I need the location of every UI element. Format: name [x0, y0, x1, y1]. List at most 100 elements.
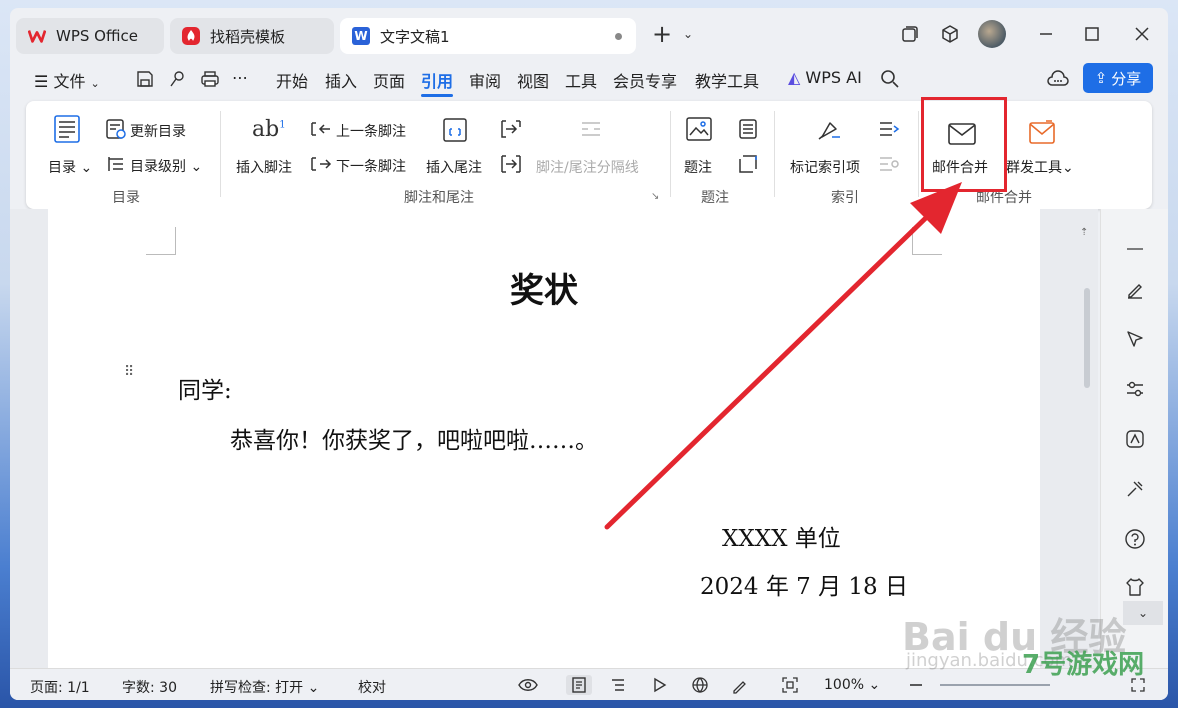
drag-handle-icon[interactable]: ⠿ [124, 365, 136, 379]
mass-send-tools-button[interactable]: 群发工具⌄ [1006, 157, 1074, 177]
highlight-box [921, 97, 1007, 192]
page-corner-mark [146, 227, 176, 255]
file-menu[interactable]: ☰ 文件 ⌄ [34, 68, 100, 92]
mark-index-entry-button[interactable]: 标记索引项 [790, 157, 860, 177]
share-button[interactable]: ⇪ 分享 [1083, 63, 1153, 93]
docer-icon [182, 27, 200, 45]
word-doc-icon: W [352, 27, 370, 45]
toc-button[interactable]: 目录 ⌄ [48, 157, 92, 177]
word-count[interactable]: 字数: 30 [122, 677, 177, 697]
new-tab-plus-icon[interactable]: + [650, 20, 674, 48]
tab-wps-office[interactable]: WPS Office [16, 18, 164, 54]
scroll-up-icon[interactable]: ⇡ [1080, 227, 1088, 238]
pen-icon[interactable] [1123, 277, 1147, 301]
group-label-caption: 题注 [701, 190, 729, 206]
mark-entry-icon [816, 117, 842, 147]
zoom-slider[interactable] [940, 684, 1050, 686]
note-options-icon[interactable] [500, 154, 522, 178]
insert-endnote-icon [442, 117, 468, 147]
insert-index-icon[interactable] [878, 119, 900, 143]
fit-page-icon[interactable] [780, 675, 800, 695]
cloud-icon[interactable] [1046, 69, 1070, 93]
collapse-icon[interactable] [1123, 237, 1147, 261]
cube-icon[interactable] [938, 22, 962, 46]
print-icon[interactable] [200, 70, 220, 92]
outline-view-icon[interactable] [608, 675, 628, 695]
wps-logo-icon [28, 27, 46, 45]
menu-item-teaching[interactable]: 教学工具 [695, 68, 759, 92]
cursor-select-icon[interactable] [1123, 327, 1147, 351]
update-index-icon[interactable] [878, 154, 900, 178]
eye-icon[interactable] [518, 675, 538, 695]
document-area: 奖状 ⠿ 同学: 恭喜你！你获奖了，吧啦吧啦……。 XXXX 单位 2024 年… [10, 209, 1098, 668]
window-restore-icon[interactable] [898, 22, 922, 46]
tab-label: 找稻壳模板 [210, 27, 286, 46]
tab-document[interactable]: W 文字文稿1 [340, 18, 636, 54]
group-label-toc: 目录 [112, 190, 140, 206]
watermark-site-logo: 7号游戏网 [1022, 650, 1145, 680]
zoom-out-icon[interactable] [906, 675, 926, 695]
page-count[interactable]: 页面: 1/1 [30, 677, 90, 697]
doc-org: XXXX 单位 [722, 526, 841, 552]
toc-level-button[interactable]: 目录级别 ⌄ [130, 156, 202, 176]
chevron-down-icon[interactable]: ⌄ [1123, 601, 1163, 625]
toc-level-icon [106, 154, 126, 178]
zoom-level[interactable]: 100% ⌄ [824, 677, 880, 693]
caption-button[interactable]: 题注 [684, 157, 712, 177]
wps-ai-icon: ◭ [788, 68, 801, 87]
menu-item-view[interactable]: 视图 [517, 68, 549, 92]
page-corner-mark [912, 227, 942, 255]
close-icon[interactable] [1130, 22, 1154, 46]
menu-item-start[interactable]: 开始 [276, 68, 308, 92]
play-icon[interactable] [650, 675, 670, 695]
help-icon[interactable] [1123, 527, 1147, 551]
menu-item-review[interactable]: 审阅 [469, 68, 501, 92]
insert-endnote-button[interactable]: 插入尾注 [426, 157, 482, 177]
vertical-scrollbar[interactable] [1084, 288, 1090, 388]
status-bar: 页面: 1/1 字数: 30 拼写检查: 打开 ⌄ 校对 100% ⌄ [10, 668, 1168, 700]
convert-note-icon[interactable] [500, 119, 522, 143]
prev-footnote-icon [310, 119, 332, 143]
web-view-icon[interactable] [690, 675, 710, 695]
right-sidebar: ⌄ [1100, 209, 1168, 668]
proofread-button[interactable]: 校对 [358, 677, 386, 697]
menu-item-member[interactable]: 会员专享 [613, 68, 677, 92]
tools-icon[interactable] [1123, 477, 1147, 501]
prev-footnote-button[interactable]: 上一条脚注 [336, 121, 406, 141]
menu-item-insert[interactable]: 插入 [325, 68, 357, 92]
more-icon[interactable]: ⋯ [232, 68, 248, 87]
cross-reference-icon[interactable] [738, 119, 758, 143]
menu-item-page[interactable]: 页面 [373, 68, 405, 92]
shirt-icon[interactable] [1123, 575, 1147, 599]
chevron-down-icon[interactable]: ⌄ [676, 22, 700, 46]
note-separator-button[interactable]: 脚注/尾注分隔线 [536, 157, 639, 177]
format-painter-icon[interactable] [168, 70, 186, 92]
spell-check-toggle[interactable]: 拼写检查: 打开 ⌄ [210, 677, 319, 697]
separator-line-icon [580, 119, 602, 143]
page-view-icon[interactable] [566, 675, 592, 695]
avatar[interactable] [978, 20, 1006, 48]
next-footnote-button[interactable]: 下一条脚注 [336, 156, 406, 176]
tab-docer-templates[interactable]: 找稻壳模板 [170, 18, 334, 54]
share-label: 分享 [1111, 69, 1142, 88]
dialog-launcher-icon[interactable]: ↘ [651, 191, 659, 202]
insert-footnote-button[interactable]: 插入脚注 [236, 157, 292, 177]
adjust-sliders-icon[interactable] [1123, 377, 1147, 401]
annotate-icon[interactable] [730, 675, 750, 695]
search-icon[interactable] [880, 69, 900, 93]
tab-bar: WPS Office 找稻壳模板 W 文字文稿1 + ⌄ [10, 8, 1168, 58]
separator [918, 111, 919, 197]
table-of-figures-icon[interactable] [738, 154, 758, 178]
toc-icon[interactable] [54, 115, 80, 147]
wps-ai-button[interactable]: ◭ WPS AI [788, 68, 862, 87]
save-icon[interactable] [136, 70, 154, 92]
document-page[interactable]: 奖状 ⠿ 同学: 恭喜你！你获奖了，吧啦吧啦……。 XXXX 单位 2024 年… [48, 209, 1040, 668]
tab-label: WPS Office [56, 27, 138, 45]
maximize-icon[interactable] [1080, 22, 1104, 46]
ai-writing-icon[interactable] [1123, 427, 1147, 451]
menu-item-reference[interactable]: 引用 [421, 68, 454, 97]
doc-body: 恭喜你！你获奖了，吧啦吧啦……。 [230, 428, 598, 454]
minimize-icon[interactable] [1034, 22, 1058, 46]
menu-item-tools[interactable]: 工具 [565, 68, 597, 92]
update-toc-button[interactable]: 更新目录 [130, 121, 186, 141]
